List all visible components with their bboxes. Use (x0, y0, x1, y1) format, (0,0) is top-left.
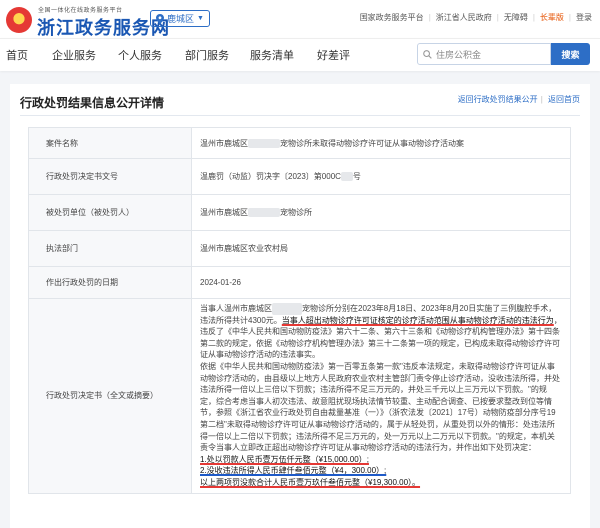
nav-item-department[interactable]: 部门服务 (185, 47, 229, 63)
top-header: 全国一体化在线政务服务平台 浙江政务服务网 鹿城区 ▼ 国家政务服务平台 | 浙江… (0, 0, 600, 39)
top-links: 国家政务服务平台 | 浙江省人民政府 | 无障碍 | 长辈版 | 登录 (359, 12, 592, 23)
title-divider (20, 115, 580, 116)
chevron-down-icon: ▼ (197, 15, 204, 22)
case-name-value: 温州市鹿城区 宠物诊所未取得动物诊疗许可证从事动物诊疗活动案 (191, 127, 571, 159)
back-to-home-link[interactable]: 返回首页 (548, 95, 580, 104)
back-to-list-link[interactable]: 返回行政处罚结果公开 (458, 95, 538, 104)
highlighted-violation: 当事人超出动物诊疗许可证核定的诊疗活动范围从事动物诊疗活动的违法行为 (281, 315, 554, 325)
agency-label: 执法部门 (28, 230, 192, 267)
table-row: 行政处罚决定书文号 温鹿罚（动监）罚决字〔2023〕第000C 号 (28, 158, 571, 195)
zhejiang-gov-link[interactable]: 浙江省人民政府 (436, 12, 492, 23)
party-label: 被处罚单位（被处罚人） (28, 194, 192, 231)
doc-no-value: 温鹿罚（动监）罚决字〔2023〕第000C 号 (191, 158, 571, 195)
search-button[interactable]: 搜索 (551, 43, 590, 65)
agency-value: 温州市鹿城区农业农村局 (191, 230, 571, 267)
location-pin-icon (156, 13, 164, 24)
party-value: 温州市鹿城区 宠物诊所 (191, 194, 571, 231)
elder-mode-link[interactable]: 长辈版 (540, 12, 564, 23)
penalty-total: 以上两项罚没款合计人民币壹万玖仟叁佰元整（¥19,300.00）。 (200, 477, 421, 487)
region-selector[interactable]: 鹿城区 ▼ (150, 10, 210, 27)
content-value: 当事人温州市鹿城区 宠物诊所分别在2023年8月18日、2023年8月20日实施… (191, 298, 571, 494)
search-placeholder: 住房公积金 (436, 49, 482, 60)
national-emblem-logo[interactable] (6, 7, 32, 33)
table-row: 案件名称 温州市鹿城区 宠物诊所未取得动物诊疗许可证从事动物诊疗活动案 (28, 127, 571, 159)
search-input[interactable]: 住房公积金 (417, 43, 551, 65)
national-platform-link[interactable]: 国家政务服务平台 (360, 12, 424, 23)
logo-subtitle: 全国一体化在线政务服务平台 (38, 8, 123, 14)
nav-item-home[interactable]: 首页 (6, 47, 28, 63)
nav-item-personal[interactable]: 个人服务 (118, 47, 162, 63)
region-label: 鹿城区 (167, 14, 195, 24)
nav-item-enterprise[interactable]: 企业服务 (52, 47, 96, 63)
case-name-label: 案件名称 (28, 127, 192, 159)
detail-table: 案件名称 温州市鹿城区 宠物诊所未取得动物诊疗许可证从事动物诊疗活动案 行政处罚… (28, 127, 571, 494)
nav-item-rating[interactable]: 好差评 (317, 47, 350, 63)
detail-card: 行政处罚结果信息公开详情 返回行政处罚结果公开 | 返回首页 案件名称 温州市鹿城… (10, 84, 590, 528)
breadcrumb: 返回行政处罚结果公开 | 返回首页 (457, 95, 580, 104)
table-row: 行政处罚决定书（全文或摘要） 当事人温州市鹿城区 宠物诊所分别在2023年8月1… (28, 298, 571, 494)
date-label: 作出行政处罚的日期 (28, 266, 192, 299)
accessibility-link[interactable]: 无障碍 (504, 12, 528, 23)
search-icon (423, 49, 432, 59)
table-row: 执法部门 温州市鹿城区农业农村局 (28, 230, 571, 267)
table-row: 被处罚单位（被处罚人） 温州市鹿城区 宠物诊所 (28, 194, 571, 231)
content-label: 行政处罚决定书（全文或摘要） (28, 298, 192, 494)
date-value: 2024-01-26 (191, 266, 571, 299)
login-link[interactable]: 登录 (576, 12, 592, 23)
page-title: 行政处罚结果信息公开详情 (20, 96, 165, 110)
table-row: 作出行政处罚的日期 2024-01-26 (28, 266, 571, 299)
penalty-confiscation: 2.没收违法所得人民币肆仟叁佰元整（¥4，300.00）; (200, 466, 387, 476)
penalty-fine: 1.处以罚款人民币壹万伍仟元整（¥15,000.00）; (200, 454, 369, 464)
doc-no-label: 行政处罚决定书文号 (28, 158, 192, 195)
nav-item-service-list[interactable]: 服务清单 (250, 47, 294, 63)
